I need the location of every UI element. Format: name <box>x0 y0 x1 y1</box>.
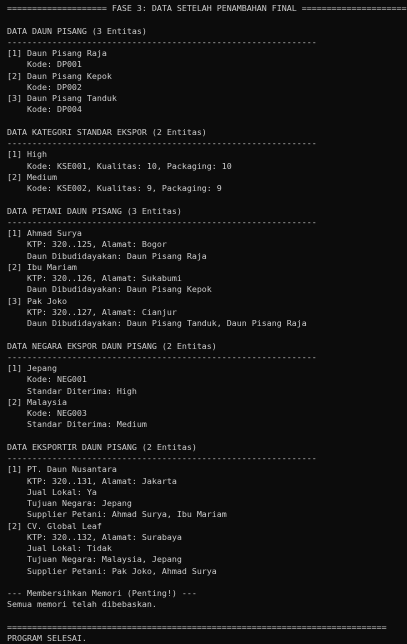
terminal-line: [1] High <box>7 149 47 160</box>
terminal-line: Daun Dibudidayakan: Daun Pisang Kepok <box>7 284 212 295</box>
terminal-line: Supplier Petani: Pak Joko, Ahmad Surya <box>7 565 217 576</box>
terminal-line: Supplier Petani: Ahmad Surya, Ibu Mariam <box>7 509 227 520</box>
terminal-line: [3] Daun Pisang Tanduk <box>7 93 117 103</box>
terminal-line: KTP: 320..132, Alamat: Surabaya <box>7 531 182 542</box>
terminal-line: [2] Daun Pisang Kepok <box>7 70 112 81</box>
terminal-line: Semua memori telah dibebaskan. <box>7 599 157 610</box>
terminal-line: PROGRAM SELESAI. <box>7 633 87 643</box>
terminal-line: Standar Diterima: High <box>7 385 137 396</box>
terminal-line: KTP: 320..127, Alamat: Cianjur <box>7 306 177 317</box>
terminal-line: ==================== FASE 3: DATA SETELA… <box>7 3 407 13</box>
terminal-line: ========================================… <box>7 621 387 632</box>
terminal-line: Kode: KSE001, Kualitas: 10, Packaging: 1… <box>7 160 232 171</box>
terminal-line: Daun Dibudidayakan: Daun Pisang Raja <box>7 250 207 261</box>
terminal-output: ==================== FASE 3: DATA SETELA… <box>0 0 407 643</box>
terminal-line: Tujuan Negara: Jepang <box>7 498 132 508</box>
terminal-line: Jual Lokal: Ya <box>7 486 97 497</box>
terminal-line: [1] Ahmad Surya <box>7 228 82 238</box>
terminal-line: [1] Jepang <box>7 363 57 373</box>
terminal-line: Standar Diterima: Medium <box>7 419 147 430</box>
terminal-line: [3] Pak Joko <box>7 295 67 306</box>
terminal-line: [1] PT. Daun Nusantara <box>7 464 117 475</box>
terminal-line: Kode: NEG001 <box>7 374 87 385</box>
terminal-line: DATA NEGARA EKSPOR DAUN PISANG (2 Entita… <box>7 340 217 351</box>
terminal-line: [2] Ibu Mariam <box>7 261 77 272</box>
terminal-line: ----------------------------------------… <box>7 216 317 227</box>
terminal-line: Kode: DP004 <box>7 104 82 115</box>
terminal-line: ----------------------------------------… <box>7 453 317 463</box>
terminal-line: DATA DAUN PISANG (3 Entitas) <box>7 25 147 36</box>
terminal-line: KTP: 320..131, Alamat: Jakarta <box>7 475 177 486</box>
terminal-line: DATA KATEGORI STANDAR EKSPOR (2 Entitas) <box>7 126 207 137</box>
terminal-line: [2] CV. Global Leaf <box>7 520 102 531</box>
terminal-line: ----------------------------------------… <box>7 351 317 362</box>
terminal-line: ----------------------------------------… <box>7 36 317 47</box>
terminal-line: [2] Medium <box>7 171 57 182</box>
terminal-line: KTP: 320..126, Alamat: Sukabumi <box>7 273 182 283</box>
terminal-line: KTP: 320..125, Alamat: Bogor <box>7 239 167 250</box>
terminal-line: Kode: DP002 <box>7 81 82 92</box>
terminal-line: DATA EKSPORTIR DAUN PISANG (2 Entitas) <box>7 441 197 452</box>
terminal-line: Daun Dibudidayakan: Daun Pisang Tanduk, … <box>7 318 307 328</box>
terminal-line: Jual Lokal: Tidak <box>7 543 112 553</box>
terminal-line: Tujuan Negara: Malaysia, Jepang <box>7 554 182 565</box>
terminal-line: ----------------------------------------… <box>7 138 317 148</box>
terminal-line: [1] Daun Pisang Raja <box>7 48 107 58</box>
terminal-line: --- Membersihkan Memori (Penting!) --- <box>7 588 197 598</box>
terminal-line: Kode: KSE002, Kualitas: 9, Packaging: 9 <box>7 183 222 193</box>
terminal-line: [2] Malaysia <box>7 396 67 407</box>
terminal-line: Kode: DP001 <box>7 59 82 70</box>
terminal-line: Kode: NEG003 <box>7 408 87 418</box>
terminal-line: DATA PETANI DAUN PISANG (3 Entitas) <box>7 205 182 216</box>
